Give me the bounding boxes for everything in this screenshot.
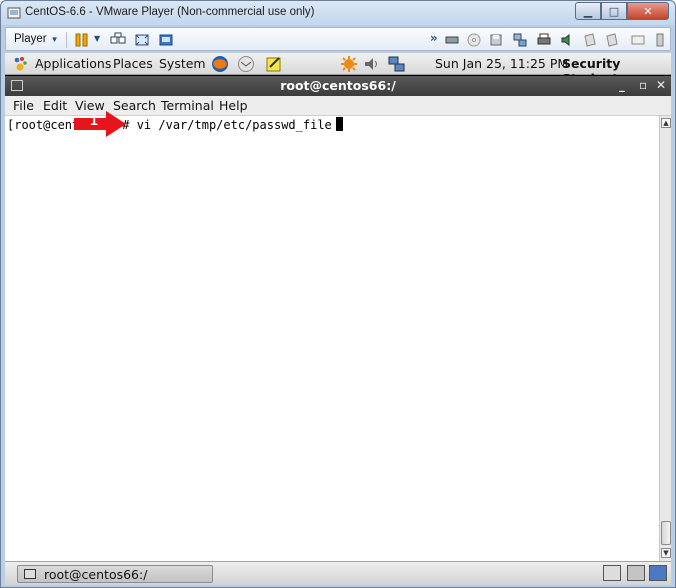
gnome-foot-icon (14, 57, 27, 71)
vmware-window: CentOS-6.6 - VMware Player (Non-commerci… (0, 0, 676, 588)
prompt-prefix: [root@cent (7, 118, 80, 132)
player-menu-label: Player (14, 33, 47, 45)
cd-icon[interactable] (466, 32, 482, 48)
printer-icon[interactable] (536, 32, 552, 48)
volume-icon[interactable] (363, 55, 381, 73)
step-number-label: 1 (90, 112, 98, 128)
hdd-icon[interactable] (444, 32, 460, 48)
send-keys-icon[interactable] (110, 32, 126, 48)
terminal-task-icon (24, 569, 36, 579)
gnome-bottom-panel: root@centos66:/ (5, 561, 671, 585)
menu-help[interactable]: Help (219, 98, 248, 113)
menu-terminal[interactable]: Terminal (161, 98, 214, 113)
workspace-1-icon[interactable] (627, 565, 645, 581)
pause-icon[interactable] (74, 32, 90, 48)
terminal-scrollbar[interactable]: ▲ ▼ (659, 116, 671, 561)
chevron-down-icon[interactable]: ▼ (94, 34, 100, 43)
show-desktop-icon[interactable] (603, 565, 621, 581)
vmware-toolbar: Player ▼ ▼ » (5, 27, 671, 51)
player-menu[interactable]: Player ▼ (14, 33, 59, 45)
command-line: [root@cent # vi /var/tmp/etc/passwd_file (7, 117, 343, 132)
floppy-icon[interactable] (488, 32, 504, 48)
places-menu[interactable]: Places (113, 56, 153, 71)
command-text: # vi /var/tmp/etc/passwd_file (122, 118, 332, 132)
firefox-icon[interactable] (211, 55, 229, 73)
terminal-title: root@centos66:/ (280, 78, 396, 93)
more-chevron-icon[interactable]: » (430, 31, 438, 45)
device-icon[interactable] (582, 32, 598, 48)
unity-icon[interactable] (158, 32, 174, 48)
minimize-button[interactable]: ▁ (575, 2, 601, 20)
menu-edit[interactable]: Edit (43, 98, 67, 113)
terminal-titlebar[interactable]: root@centos66:/ _ ▫ ✕ (5, 76, 671, 96)
usb2-icon[interactable] (652, 32, 668, 48)
system-menu[interactable]: System (159, 56, 206, 71)
terminal-minimize-button[interactable]: _ (619, 78, 625, 92)
terminal-output[interactable]: [root@cent # vi /var/tmp/etc/passwd_file (5, 116, 659, 561)
fullscreen-icon[interactable] (134, 32, 150, 48)
panel-clock[interactable]: Sun Jan 25, 11:25 PM (435, 56, 568, 71)
text-cursor (335, 117, 343, 131)
menu-file[interactable]: File (13, 98, 34, 113)
email-client-icon[interactable] (237, 55, 255, 73)
workspace-2-icon[interactable] (649, 565, 667, 581)
chevron-down-icon: ▼ (50, 35, 59, 44)
vmware-app-icon (7, 7, 21, 19)
network-icon[interactable] (512, 32, 528, 48)
applications-menu[interactable]: Applications (35, 56, 111, 71)
scroll-down-arrow-icon[interactable]: ▼ (661, 548, 671, 558)
message-icon[interactable] (630, 32, 646, 48)
vmware-titlebar[interactable]: CentOS-6.6 - VMware Player (Non-commerci… (1, 1, 675, 25)
sound-icon[interactable] (560, 32, 576, 48)
maximize-button[interactable]: □ (601, 2, 627, 20)
vmware-window-title: CentOS-6.6 - VMware Player (Non-commerci… (25, 6, 315, 18)
terminal-maximize-button[interactable]: ▫ (639, 78, 647, 92)
gnome-top-panel: Applications Places System Sun Jan 25, 1… (5, 53, 671, 86)
taskbar-terminal-button[interactable]: root@centos66:/ (17, 565, 213, 583)
close-button[interactable]: ✕ (627, 2, 669, 20)
updates-icon[interactable] (340, 55, 358, 73)
terminal-close-button[interactable]: ✕ (656, 78, 666, 92)
toolbar-separator (66, 32, 67, 48)
scroll-up-arrow-icon[interactable]: ▲ (661, 118, 671, 128)
text-editor-icon[interactable] (265, 55, 283, 73)
taskbar-terminal-label: root@centos66:/ (44, 567, 148, 582)
window-controls: ▁ □ ✕ (575, 2, 669, 20)
step-arrow-icon (74, 111, 126, 137)
scroll-thumb[interactable] (661, 521, 671, 545)
network-status-icon[interactable] (388, 55, 406, 73)
device2-icon[interactable] (604, 32, 620, 48)
